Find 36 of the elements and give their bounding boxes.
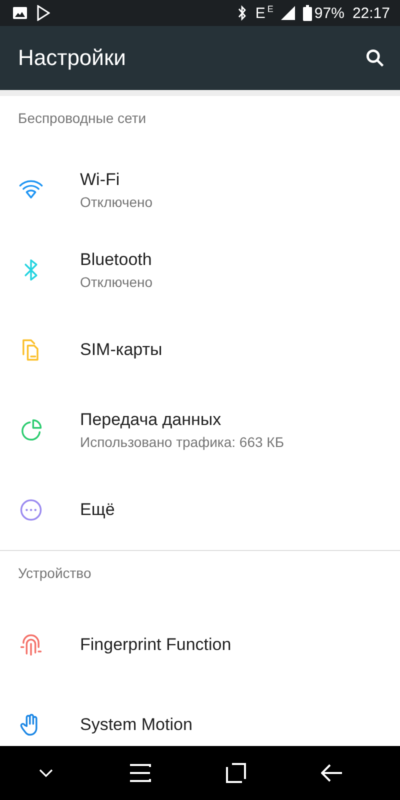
battery-level: 97% [314,4,344,22]
play-store-icon [36,5,50,21]
item-summary: Отключено [80,194,153,210]
item-title: Fingerprint Function [80,635,232,655]
back-icon[interactable] [320,764,342,782]
settings-item[interactable]: Передача данных Использовано трафика: 663 КБ [0,390,400,470]
search-icon[interactable] [364,47,386,69]
item-title: SIM-карты [80,340,162,360]
fingerprint-icon [18,632,44,658]
settings-item[interactable]: Ещё [0,470,400,550]
settings-item[interactable]: SIM-карты [0,310,400,390]
network-type: E [255,4,266,22]
item-title: Wi-Fi [80,170,121,190]
settings-item[interactable]: System Motion [0,685,400,746]
item-title: Ещё [80,500,115,520]
settings-item[interactable]: Fingerprint Function [0,605,400,685]
chevron-down-icon[interactable] [38,768,54,778]
settings-item[interactable]: Bluetooth Отключено [0,230,400,310]
clock: 22:17 [352,4,390,22]
battery-icon [303,5,312,21]
item-title: System Motion [80,715,192,735]
item-title: Bluetooth [80,250,153,270]
item-summary: Отключено [80,274,153,290]
menu-icon[interactable] [128,763,150,783]
image-icon [12,6,28,20]
item-summary: Использовано трафика: 663 КБ [80,434,284,450]
section-header: Беспроводные сети [18,110,146,126]
settings-item[interactable]: Wi-Fi Отключено [0,150,400,230]
item-title: Передача данных [80,410,222,430]
bluetooth-icon [237,5,248,21]
toolbar-title: Настройки [18,45,127,71]
more-icon [18,497,44,523]
signal-icon [281,6,296,20]
network-type-small: E [267,4,274,14]
section-header: Устройство [18,565,92,581]
square-icon[interactable] [226,763,246,783]
